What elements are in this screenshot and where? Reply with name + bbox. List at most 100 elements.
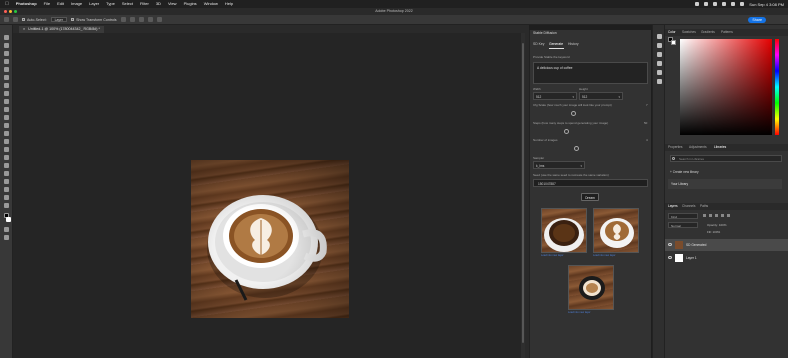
menu-select[interactable]: Select [122,0,133,8]
hand-tool-icon[interactable] [4,187,9,192]
zoom-window-icon[interactable] [14,10,17,13]
paragraph-panel-icon[interactable] [657,52,662,57]
tab-gradients[interactable]: Gradients [701,30,715,34]
close-window-icon[interactable] [4,10,7,13]
frame-tool-icon[interactable] [4,75,9,80]
steps-slider-knob[interactable] [564,129,569,134]
type-tool-icon[interactable] [4,163,9,168]
healing-tool-icon[interactable] [4,91,9,96]
more-options-icon[interactable] [147,17,153,22]
library-search-input[interactable]: Search in Libraries [670,155,782,162]
tab-sd-key[interactable]: SD Key [533,42,545,46]
tab-libraries[interactable]: Libraries [714,145,726,149]
seed-input[interactable]: 1501047887 [533,179,648,187]
filter-pixel-icon[interactable] [703,214,706,217]
character-panel-icon[interactable] [657,70,662,75]
dodge-tool-icon[interactable] [4,147,9,152]
auto-select-checkbox[interactable] [22,18,25,21]
tab-adjustments[interactable]: Adjustments [689,145,707,149]
play-actions-icon[interactable] [657,43,662,48]
screen-mode-icon[interactable] [4,235,9,240]
result-caption-1[interactable]: Load into new layer [541,254,564,257]
comments-panel-icon[interactable] [657,61,662,66]
plugin-panel-icon[interactable] [657,79,662,84]
pen-tool-icon[interactable] [4,155,9,160]
eyedropper-tool-icon[interactable] [4,83,9,88]
color-picker-field[interactable] [680,39,772,135]
record-icon[interactable] [704,2,709,6]
search-icon[interactable] [731,2,736,6]
history-brush-tool-icon[interactable] [4,115,9,120]
menu-app[interactable]: Photoshop [16,0,37,8]
move-tool-preset-icon[interactable] [13,17,18,22]
tab-patterns[interactable]: Patterns [721,30,733,34]
eraser-tool-icon[interactable] [4,123,9,128]
align-left-icon[interactable] [120,17,126,22]
stamp-tool-icon[interactable] [4,107,9,112]
layer-kind-filter[interactable]: Kind [668,213,698,219]
create-library-link[interactable]: + Create new library [670,170,699,174]
filter-adjustment-icon[interactable] [709,214,712,217]
menu-3d[interactable]: 3D [156,0,161,8]
filter-type-icon[interactable] [715,214,718,217]
quick-select-tool-icon[interactable] [4,59,9,64]
your-library-item[interactable]: Your Library [668,179,782,189]
tab-swatches[interactable]: Swatches [682,30,696,34]
move-tool-icon[interactable] [4,35,9,40]
history-panel-icon[interactable] [657,34,662,39]
filter-shape-icon[interactable] [721,214,724,217]
dream-button[interactable]: Dream [581,193,599,201]
tab-generate[interactable]: Generate [549,42,563,46]
more-tools-icon[interactable] [4,203,9,208]
canvas-image[interactable] [191,160,349,318]
filter-smart-object-icon[interactable] [727,214,730,217]
zoom-tool-icon[interactable] [4,195,9,200]
menu-view[interactable]: View [168,0,177,8]
apple-icon[interactable]:  [5,0,9,8]
quick-mask-icon[interactable] [4,227,9,232]
close-tab-icon[interactable]: × [23,27,25,31]
brush-tool-icon[interactable] [4,99,9,104]
auto-select-option[interactable]: Auto-Select: [22,18,47,22]
minimize-window-icon[interactable] [9,10,12,13]
blur-tool-icon[interactable] [4,139,9,144]
transform-controls-option[interactable]: Show Transform Controls [71,18,117,22]
crop-tool-icon[interactable] [4,67,9,72]
menu-type[interactable]: Type [106,0,115,8]
tab-history[interactable]: History [568,42,579,46]
menu-layer[interactable]: Layer [89,0,99,8]
tab-color[interactable]: Color [668,30,676,34]
gradient-tool-icon[interactable] [4,131,9,136]
tab-layers[interactable]: Layers [668,204,678,208]
path-select-tool-icon[interactable] [4,171,9,176]
width-select[interactable]: 512 ▾ [533,92,577,100]
color-swatches[interactable] [668,37,676,45]
prompt-input[interactable]: A delicious cup of coffee [533,62,648,84]
eye-icon[interactable] [668,256,672,259]
scrollbar-thumb[interactable] [522,43,524,343]
menu-window[interactable]: Window [204,0,218,8]
background-color[interactable] [671,40,676,45]
num-images-slider-knob[interactable] [574,146,579,151]
layer-row[interactable]: SD Generated [665,239,788,251]
cfg-slider-knob[interactable] [571,111,576,116]
fill-control[interactable]: Fill: 100% [707,230,720,234]
menu-image[interactable]: Image [71,0,82,8]
align-right-icon[interactable] [138,17,144,22]
background-color-swatch[interactable] [6,217,11,222]
result-thumbnail-3[interactable] [568,265,614,310]
tab-properties[interactable]: Properties [668,145,683,149]
tab-paths[interactable]: Paths [700,204,708,208]
home-icon[interactable] [4,17,9,22]
share-button[interactable]: Share [748,17,766,23]
lasso-tool-icon[interactable] [4,51,9,56]
hue-slider[interactable] [775,39,779,135]
dropbox-icon[interactable] [695,2,700,6]
clock[interactable]: Sun Sep 4 3:08 PM [749,2,784,7]
eye-icon[interactable] [668,243,672,246]
control-center-icon[interactable] [740,2,745,6]
height-select[interactable]: 512 ▾ [579,92,623,100]
result-caption-2[interactable]: Load into new layer [593,254,616,257]
opacity-control[interactable]: Opacity: 100% [707,223,727,227]
menu-file[interactable]: File [44,0,50,8]
